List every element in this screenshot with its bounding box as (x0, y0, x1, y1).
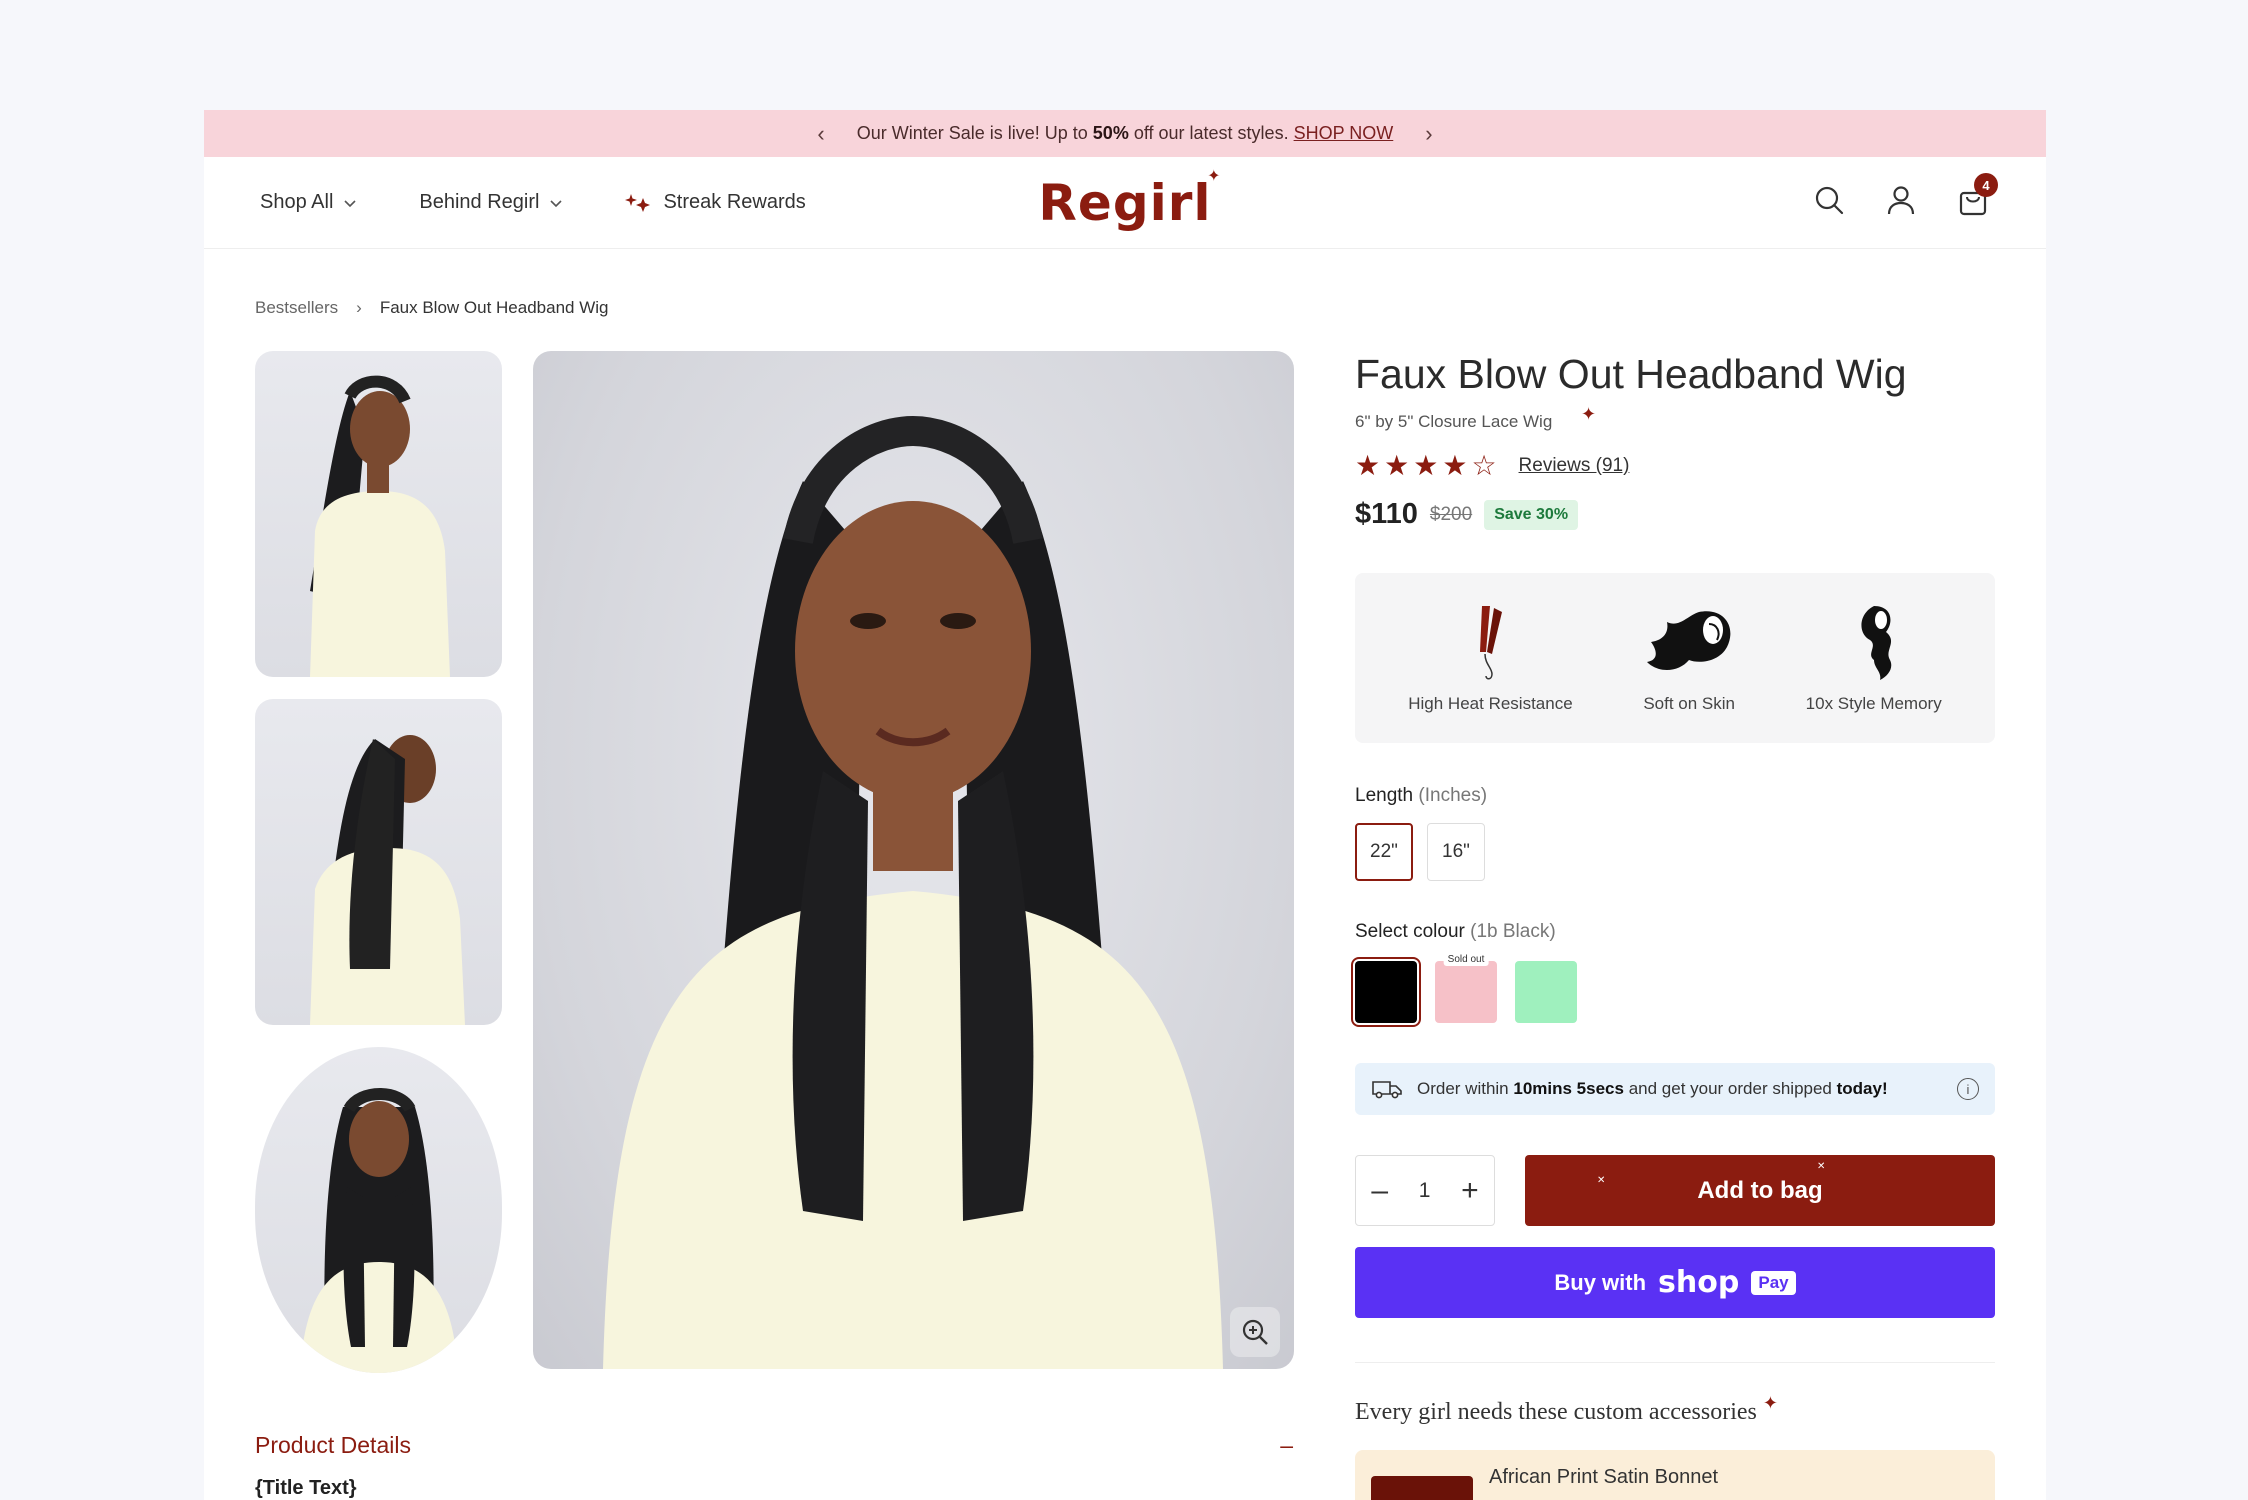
nav-streak-rewards[interactable]: Streak Rewards (625, 191, 806, 214)
features-panel: High Heat Resistance Soft on Skin 10x St… (1355, 573, 1995, 743)
sold-out-label: Sold out (1443, 953, 1489, 966)
search-icon[interactable] (1812, 183, 1846, 217)
site-logo[interactable]: Regirl ✦ (1038, 166, 1220, 232)
model-portrait (603, 415, 1223, 1369)
main-nav: Shop All Behind Regirl Streak Rewards (260, 191, 806, 214)
collapse-icon: – (1280, 1432, 1293, 1458)
sparkle-icon: ✦ (1581, 404, 1597, 424)
announcement-next-button[interactable]: › (1411, 121, 1446, 147)
increase-quantity-button[interactable]: + (1461, 1175, 1479, 1206)
chevron-down-icon (550, 199, 563, 207)
announcement-bar: ‹ Our Winter Sale is live! Up to 50% off… (204, 110, 2046, 157)
quantity-value[interactable]: 1 (1419, 1179, 1431, 1203)
model-side-image (310, 375, 450, 677)
swatch-mint[interactable] (1515, 961, 1577, 1023)
wavy-hair-icon (1861, 606, 1891, 680)
shipping-notice: Order within 10mins 5secs and get your o… (1355, 1063, 1995, 1115)
colour-swatches: Sold out (1355, 953, 1995, 1023)
feature-soft: Soft on Skin (1639, 602, 1739, 714)
header-icons: 4 (1812, 173, 1998, 217)
feature-memory: 10x Style Memory (1806, 602, 1942, 714)
sparkle-icon: ✦ (1762, 1393, 1778, 1413)
sparkle-icon: ✕ (1817, 1161, 1826, 1172)
shipping-text: Order within 10mins 5secs and get your o… (1417, 1079, 1888, 1098)
model-back-image (310, 735, 465, 1025)
shop-logo: shop (1658, 1265, 1740, 1300)
accessory-card[interactable]: African Print Satin Bonnet (1355, 1450, 1995, 1500)
colour-label: Select colour (1b Black) (1355, 921, 1556, 942)
model-front-image: ✦ (300, 1087, 473, 1373)
star-filled-icon: ★ (1413, 450, 1439, 481)
price-row: $110 $200 Save 30% (1355, 498, 1995, 531)
thumbnail-2[interactable] (255, 699, 502, 1025)
bag-icon[interactable]: 4 (1956, 173, 1998, 217)
rating-row: ★ ★ ★ ★ ☆ Reviews (91) (1355, 452, 1995, 480)
star-filled-icon: ★ (1384, 450, 1410, 481)
product-info: Faux Blow Out Headband Wig 6" by 5" Clos… (1355, 351, 1995, 1500)
info-icon[interactable]: i (1957, 1078, 1979, 1100)
main-product-image[interactable] (533, 351, 1294, 1369)
pay-logo: Pay (1751, 1270, 1796, 1295)
breadcrumb-separator: › (356, 298, 362, 317)
product-title: Faux Blow Out Headband Wig (1355, 351, 1907, 397)
cart-count-badge: 4 (1974, 173, 1998, 197)
announcement-text: Our Winter Sale is live! Up to 50% off o… (856, 123, 1394, 143)
accessory-image (1371, 1476, 1473, 1500)
swatch-pink[interactable]: Sold out (1435, 953, 1497, 1023)
length-option-22[interactable]: 22" (1355, 823, 1413, 881)
current-price: $110 (1355, 498, 1418, 530)
shop-now-link[interactable]: SHOP NOW (1294, 123, 1394, 143)
product-details-toggle[interactable]: Product Details – (255, 1432, 1293, 1459)
product-details-subtitle: {Title Text} (255, 1477, 357, 1499)
star-filled-icon: ★ (1355, 450, 1381, 481)
sparkle-icon: ✕ (1597, 1175, 1606, 1186)
breadcrumb: Bestsellers › Faux Blow Out Headband Wig (255, 298, 608, 318)
star-empty-icon: ☆ (1471, 450, 1497, 481)
reviews-link[interactable]: Reviews (91) (1519, 455, 1630, 477)
accessories-title: Every girl needs these custom accessorie… (1355, 1393, 1778, 1425)
site-header: Shop All Behind Regirl Streak Rewards Re… (204, 157, 2046, 249)
product-details-title: Product Details (255, 1432, 411, 1458)
nav-shop-all[interactable]: Shop All (260, 191, 357, 214)
length-option-16[interactable]: 16" (1427, 823, 1485, 881)
original-price: $200 (1429, 503, 1473, 525)
zoom-in-icon[interactable] (1230, 1307, 1280, 1357)
accessory-name: African Print Satin Bonnet (1489, 1466, 1719, 1488)
sparkle-icon (625, 193, 651, 212)
svg-text:✦: ✦ (465, 1087, 473, 1098)
chevron-down-icon (344, 199, 356, 207)
buy-with-shop-pay-button[interactable]: Buy with shop Pay (1355, 1247, 1995, 1318)
feature-heat: High Heat Resistance (1408, 602, 1573, 714)
announcement-prev-button[interactable]: ‹ (803, 121, 838, 147)
product-subtitle: 6" by 5" Closure Lace Wig ✦ (1355, 404, 1597, 431)
add-to-bag-button[interactable]: ✕ Add to bag ✕ (1525, 1155, 1995, 1226)
save-badge: Save 30% (1484, 499, 1579, 530)
flat-iron-icon (1480, 606, 1503, 680)
decrease-quantity-button[interactable]: – (1371, 1175, 1388, 1206)
purchase-row: – 1 + ✕ Add to bag ✕ (1355, 1155, 1995, 1226)
page-frame: ‹ Our Winter Sale is live! Up to 50% off… (204, 110, 2046, 1500)
breadcrumb-current: Faux Blow Out Headband Wig (379, 298, 609, 317)
length-label: Length (Inches) (1355, 785, 1488, 806)
thumbnail-1[interactable] (255, 351, 502, 677)
swatch-black[interactable] (1355, 961, 1417, 1023)
account-icon[interactable] (1884, 183, 1918, 217)
nav-behind-regirl[interactable]: Behind Regirl (419, 191, 563, 214)
thumbnail-3[interactable]: ✦ (255, 1047, 502, 1373)
flowing-hair-icon (1647, 611, 1731, 671)
delivery-truck-icon (1372, 1081, 1402, 1099)
star-filled-icon: ★ (1442, 450, 1468, 481)
logo-sparkle-icon: ✦ (1207, 165, 1222, 185)
quantity-stepper: – 1 + (1355, 1155, 1495, 1226)
section-divider (1355, 1362, 1995, 1363)
length-options: 22" 16" (1355, 823, 1995, 881)
breadcrumb-bestsellers[interactable]: Bestsellers (255, 298, 338, 318)
